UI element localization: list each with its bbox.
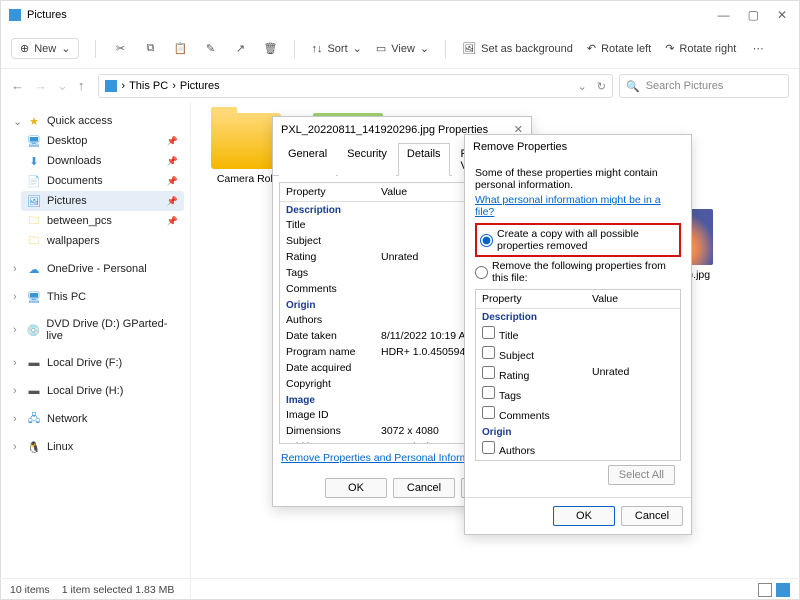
up-button[interactable]: ⌄ [57,78,68,94]
sidebar: ⌄★Quick access 🖥Desktop📌 ⬇Downloads📌 📄Do… [1,103,191,599]
cancel-button[interactable]: Cancel [393,478,455,498]
sidebar-network[interactable]: ›🖧Network [7,409,184,429]
select-all-button[interactable]: Select All [608,465,675,485]
search-box[interactable]: 🔍 Search Pictures [619,74,789,98]
ok-button[interactable]: OK [325,478,387,498]
dialog-title: Remove Properties [473,141,567,153]
titlebar: Pictures — ▢ ✕ [1,1,799,29]
rename-icon[interactable]: ✎ [202,41,218,57]
minimize-button[interactable]: — [718,8,730,22]
selection-info: 1 item selected 1.83 MB [62,584,175,596]
breadcrumb[interactable]: › This PC › Pictures ⌄ ↻ [98,74,613,98]
sidebar-onedrive[interactable]: ›☁OneDrive - Personal [7,259,184,279]
view-button[interactable]: ▭View⌄ [376,42,429,55]
sidebar-linux[interactable]: ›🐧Linux [7,437,184,457]
new-button[interactable]: ⊕ New ⌄ [11,38,79,59]
back-button[interactable]: ← [11,78,24,94]
dropdown-icon[interactable]: ⌄ [578,80,587,93]
sidebar-downloads[interactable]: ⬇Downloads📌 [21,151,184,171]
sidebar-between-pcs[interactable]: 🗀between_pcs📌 [21,211,184,231]
copy-icon[interactable]: ⧉ [142,41,158,57]
maximize-button[interactable]: ▢ [748,8,759,22]
status-bar: 10 items 1 item selected 1.83 MB [0,578,800,600]
ok-button[interactable]: OK [553,506,615,526]
cut-icon[interactable]: ✂ [112,41,128,57]
sidebar-quick-access[interactable]: ⌄★Quick access [7,111,184,131]
up-dir-button[interactable]: ↑ [78,78,85,94]
delete-icon[interactable]: 🗑 [262,41,278,57]
forward-button[interactable]: → [34,78,47,94]
chevron-down-icon: ⌄ [61,42,70,55]
rotate-left-button[interactable]: ↶Rotate left [587,42,651,55]
sidebar-local-h[interactable]: ›▬Local Drive (H:) [7,381,184,401]
option-remove-following[interactable]: Remove the following properties from thi… [475,259,681,285]
remove-property-list[interactable]: PropertyValue Description Title Subject … [475,289,681,461]
tab-general[interactable]: General [279,143,336,176]
cancel-button[interactable]: Cancel [621,506,683,526]
plus-icon: ⊕ [20,42,29,55]
share-icon[interactable]: ↗ [232,41,248,57]
sidebar-documents[interactable]: 📄Documents📌 [21,171,184,191]
thumbnails-view-toggle[interactable] [776,583,790,597]
nav-row: ← → ⌄ ↑ › This PC › Pictures ⌄ ↻ 🔍 Searc… [1,69,799,103]
sort-button[interactable]: ↑↓Sort⌄ [311,42,361,55]
search-icon: 🔍 [626,80,640,93]
close-button[interactable]: ✕ [777,8,787,22]
sidebar-dvd[interactable]: ›💿DVD Drive (D:) GParted-live [7,315,184,345]
item-count: 10 items [10,584,50,596]
folder-icon [211,113,281,169]
set-background-button[interactable]: 🖼Set as background [462,42,573,55]
dialog-title: PXL_20220811_141920296.jpg Properties [281,124,488,136]
window-title: Pictures [27,9,67,21]
pictures-icon [9,9,21,21]
rotate-right-button[interactable]: ↷Rotate right [665,42,736,55]
sidebar-wallpapers[interactable]: 🗀wallpapers [21,231,184,251]
info-link[interactable]: What personal information might be in a … [475,191,681,221]
remove-properties-dialog: Remove Properties Some of these properti… [464,134,692,535]
sidebar-pictures[interactable]: 🖼Pictures📌 [21,191,184,211]
paste-icon[interactable]: 📋 [172,41,188,57]
option-create-copy[interactable]: Create a copy with all possible properti… [480,227,676,253]
toolbar: ⊕ New ⌄ ✂ ⧉ 📋 ✎ ↗ 🗑 ↑↓Sort⌄ ▭View⌄ 🖼Set … [1,29,799,69]
sidebar-desktop[interactable]: 🖥Desktop📌 [21,131,184,151]
pictures-icon [105,80,117,92]
more-icon[interactable]: ⋯ [750,41,766,57]
tab-details[interactable]: Details [398,143,450,176]
tab-security[interactable]: Security [338,143,396,176]
refresh-icon[interactable]: ↻ [597,80,606,93]
details-view-toggle[interactable] [758,583,772,597]
sidebar-this-pc[interactable]: ›🖥This PC [7,287,184,307]
sidebar-local-f[interactable]: ›▬Local Drive (F:) [7,353,184,373]
